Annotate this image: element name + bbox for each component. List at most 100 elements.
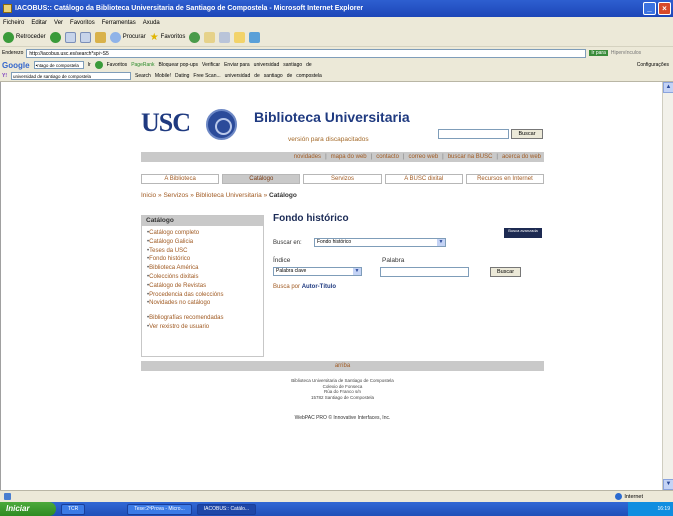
sidebar-item-procedencia[interactable]: Procedencia das coleccións	[147, 291, 263, 300]
site-search-input[interactable]	[438, 129, 509, 139]
nav-buscar-busc[interactable]: buscar na BUSC	[448, 154, 493, 160]
google-term-3[interactable]: de	[306, 62, 312, 68]
go-button[interactable]: Ir para	[589, 50, 608, 56]
accessible-version-link[interactable]: versión para discapacitados	[288, 136, 369, 143]
menu-ver[interactable]: Ver	[54, 20, 63, 26]
google-pagerank[interactable]: PageRank	[131, 62, 154, 68]
palabra-input[interactable]	[380, 267, 469, 277]
zone-label: Internet	[624, 493, 643, 500]
start-button[interactable]: Iniciar	[0, 502, 56, 516]
vertical-scrollbar[interactable]: ▲ ▼	[662, 82, 673, 490]
back-to-top-link[interactable]: arriba	[335, 363, 350, 369]
nav-novidades[interactable]: novidades	[294, 154, 321, 160]
taskbar-item-iacobus[interactable]: IACOBUS:: Catálo...	[196, 503, 257, 515]
folder-icon[interactable]	[234, 31, 246, 43]
history-icon[interactable]	[189, 31, 201, 43]
breadcrumb-biblioteca[interactable]: Biblioteca Universitaria	[196, 192, 262, 199]
minimize-button[interactable]: _	[643, 2, 656, 15]
buscar-en-select[interactable]: Fondo histórico ▼	[314, 238, 446, 247]
google-spellcheck[interactable]: Verificar	[202, 62, 220, 68]
menu-ficheiro[interactable]: Ficheiro	[3, 20, 24, 26]
google-search-input[interactable]: •ntago de compostela	[33, 61, 84, 69]
links-search-input[interactable]: universidad de santiago de compostela	[11, 72, 131, 80]
breadcrumb-servizos[interactable]: Servizos	[163, 192, 188, 199]
links-label[interactable]: Hipervínculos	[611, 50, 641, 56]
google-settings[interactable]: Configurações	[637, 62, 673, 68]
search-label: Procurar	[122, 34, 146, 40]
sidebar-item-coleccions-dixitais[interactable]: Coleccións dixitais	[147, 273, 263, 282]
back-button[interactable]: Retroceder	[3, 31, 46, 43]
sidebar-item-catalogo-galicia[interactable]: Catálogo Galicia	[147, 238, 263, 247]
menu-favoritos[interactable]: Favoritos	[70, 20, 95, 26]
home-icon[interactable]	[94, 31, 106, 43]
links-dating[interactable]: Dating	[175, 73, 189, 79]
nav-separator: |	[370, 154, 373, 160]
sidebar-item-teses-usc[interactable]: Teses da USC	[147, 247, 263, 256]
links-term-2[interactable]: de	[254, 73, 260, 79]
buscar-button[interactable]: Buscar	[490, 267, 521, 277]
breadcrumb-separator: »	[158, 192, 162, 199]
scroll-down-icon[interactable]: ▼	[663, 479, 673, 490]
nav-mapa-do-web[interactable]: mapa do web	[331, 154, 367, 160]
print-icon[interactable]	[219, 31, 231, 43]
tab-recursos-internet[interactable]: Recursos en Internet	[465, 174, 545, 184]
tab-servizos[interactable]: Servizos	[303, 174, 382, 184]
google-search-icon[interactable]	[94, 61, 103, 69]
google-term-1[interactable]: universidad	[254, 62, 280, 68]
mail-icon[interactable]	[204, 31, 216, 43]
links-free-scan[interactable]: Free Scan...	[193, 73, 220, 79]
scroll-up-icon[interactable]: ▲	[663, 82, 673, 93]
links-term-4[interactable]: de	[287, 73, 293, 79]
menu-axuda[interactable]: Axuda	[143, 20, 160, 26]
links-term-5[interactable]: compostela	[296, 73, 322, 79]
sidebar-item-fondo-historico[interactable]: Fondo histórico	[147, 255, 263, 264]
standard-toolbar: Retroceder Procurar ★ Favoritos	[0, 28, 673, 47]
close-button[interactable]: ×	[658, 2, 671, 15]
breadcrumb-inicio[interactable]: Inicio	[141, 192, 156, 199]
nav-correo-web[interactable]: correo web	[408, 154, 438, 160]
google-send-to[interactable]: Enviar para	[224, 62, 250, 68]
links-search-button[interactable]: Search	[135, 73, 151, 79]
forward-arrow-icon[interactable]	[49, 31, 61, 43]
sidebar-item-catalogo-completo[interactable]: Catálogo completo	[147, 229, 263, 238]
usc-logo[interactable]: USC	[141, 108, 245, 140]
links-term-1[interactable]: universidad	[225, 73, 251, 79]
taskbar-item-tese[interactable]: Tese:2ªProva - Micro...	[127, 503, 192, 515]
yahoo-icon[interactable]: Y!	[2, 73, 7, 79]
links-term-3[interactable]: santiago	[264, 73, 283, 79]
search-button[interactable]: Procurar	[109, 31, 146, 43]
taskbar-item-tcr[interactable]: TCR	[61, 503, 86, 515]
messenger-icon[interactable]	[249, 31, 261, 43]
sidebar-item-catalogo-revistas[interactable]: Catálogo de Revistas	[147, 282, 263, 291]
menu-editar[interactable]: Editar	[31, 20, 47, 26]
back-label: Retroceder	[16, 34, 46, 40]
advanced-search-button[interactable]: Busca avanzada	[504, 228, 542, 238]
tab-catalogo[interactable]: Catálogo	[222, 174, 301, 184]
address-input[interactable]: http://iacobus.usc.es/search*spi~S5	[26, 48, 587, 58]
google-popup-blocker[interactable]: Bloquear pop-ups	[159, 62, 198, 68]
breadcrumb-separator: »	[190, 192, 194, 199]
sidebar-item-novidades[interactable]: Novidades no catálogo	[147, 299, 263, 308]
links-mobile[interactable]: Mobile!	[155, 73, 171, 79]
chevron-down-icon: ▼	[437, 239, 445, 246]
sidebar-item-bibliografias[interactable]: Bibliografías recomendadas	[147, 314, 263, 323]
google-logo[interactable]: Google	[2, 61, 30, 70]
menu-ferramentas[interactable]: Ferramentas	[102, 20, 136, 26]
sidebar-item-biblioteca-america[interactable]: Biblioteca América	[147, 264, 263, 273]
google-term-2[interactable]: santiago	[283, 62, 302, 68]
indice-select[interactable]: Palabra clave ▼	[273, 267, 362, 276]
google-favorites[interactable]: Favoritos	[107, 62, 128, 68]
sidebar-item-rexistro-usuario[interactable]: Ver rexistro de usuario	[147, 323, 263, 332]
autor-titulo-link[interactable]: Autor-Título	[302, 284, 336, 290]
back-to-top-bar: arriba	[141, 361, 544, 371]
nav-acerca-do-web[interactable]: acerca do web	[502, 154, 541, 160]
palabra-label: Palabra	[382, 257, 405, 264]
nav-contacto[interactable]: contacto	[376, 154, 399, 160]
site-search-button[interactable]: Buscar	[511, 129, 543, 139]
stop-icon[interactable]	[64, 31, 76, 43]
tab-busc-dixital[interactable]: A BUSC dixital	[384, 174, 463, 184]
tab-a-biblioteca[interactable]: A Biblioteca	[141, 174, 220, 184]
refresh-icon[interactable]	[79, 31, 91, 43]
favorites-button[interactable]: ★ Favoritos	[150, 32, 186, 43]
google-go-button[interactable]: Ir	[88, 62, 91, 68]
